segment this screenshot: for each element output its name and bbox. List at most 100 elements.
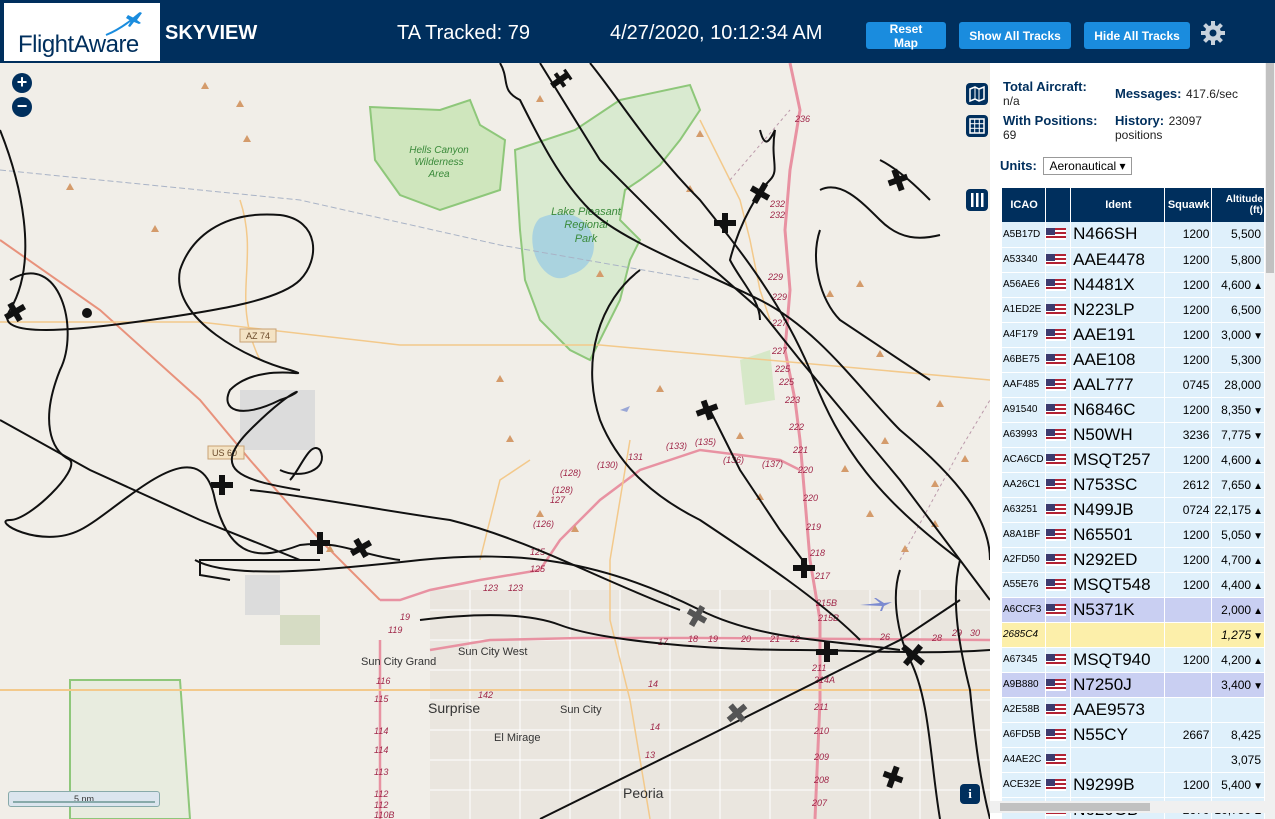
table-row[interactable]: A6FD5B N55CY 2667 8,425 xyxy=(1002,722,1265,748)
svg-text:131: 131 xyxy=(628,452,643,462)
svg-text:119: 119 xyxy=(388,625,402,635)
table-row[interactable]: ACA6CD MSQT257 1200 4,600 ▲ xyxy=(1002,447,1265,473)
altitude-value: 4,600 xyxy=(1221,277,1252,292)
table-row[interactable]: A4F179 AAE191 1200 3,000 ▼ xyxy=(1002,322,1265,348)
icao-cell: A6CCF3 xyxy=(1002,597,1047,623)
altitude-cell: 7,775 ▼ xyxy=(1211,422,1265,448)
grid-toggle-button[interactable] xyxy=(966,115,988,137)
surprise-label: Surprise xyxy=(428,700,480,716)
ident-cell xyxy=(1070,622,1165,648)
altitude-value: 1,275 xyxy=(1221,627,1252,642)
altitude-cell: 28,000 xyxy=(1211,372,1265,398)
table-row[interactable]: A55E76 MSQT548 1200 4,400 ▲ xyxy=(1002,572,1265,598)
icao-cell: A5B17D xyxy=(1002,222,1047,248)
squawk-cell: 1200 xyxy=(1164,772,1213,798)
flag-cell xyxy=(1045,522,1072,548)
col-flag[interactable] xyxy=(1045,188,1072,222)
ident-cell: AAE4478 xyxy=(1070,247,1165,273)
ident-cell: N6846C xyxy=(1070,397,1165,423)
altitude-cell: 5,400 ▼ xyxy=(1211,772,1265,798)
table-row[interactable]: A8A1BF N65501 1200 5,050 ▼ xyxy=(1002,522,1265,548)
table-row[interactable]: A67345 MSQT940 1200 4,200 ▲ xyxy=(1002,647,1265,673)
map-icon xyxy=(969,85,985,103)
map-layers-button[interactable] xyxy=(966,83,988,105)
total-aircraft-value: n/a xyxy=(1003,94,1020,108)
col-icao[interactable]: ICAO xyxy=(1002,188,1047,222)
gear-icon[interactable] xyxy=(1200,20,1226,46)
squawk-cell: 3236 xyxy=(1164,422,1213,448)
svg-text:125: 125 xyxy=(530,564,546,574)
us-flag-icon xyxy=(1046,503,1067,516)
svg-text:221: 221 xyxy=(792,445,808,455)
map-view[interactable]: 236 232 232 229 229 227 227 225 225 223 222 221 … xyxy=(0,63,990,819)
table-row[interactable]: A9B880 N7250J 3,400 ▼ xyxy=(1002,672,1265,698)
altitude-value: 4,200 xyxy=(1221,652,1252,667)
svg-text:17: 17 xyxy=(658,637,669,647)
info-button[interactable]: i xyxy=(960,784,980,804)
table-row[interactable]: A53340 AAE4478 1200 5,800 xyxy=(1002,247,1265,273)
altitude-trend-icon: ▼ xyxy=(1253,780,1263,792)
reset-map-button[interactable]: Reset Map xyxy=(866,22,946,50)
altitude-trend-icon: ▼ xyxy=(1253,530,1263,542)
table-row[interactable]: ACE32E N9299B 1200 5,400 ▼ xyxy=(1002,772,1265,798)
table-row[interactable]: A2FD50 N292ED 1200 4,700 ▲ xyxy=(1002,547,1265,573)
history-unit: positions xyxy=(1115,128,1163,142)
columns-toggle-button[interactable] xyxy=(966,189,988,211)
altitude-value: 3,000 xyxy=(1221,327,1252,342)
col-ident[interactable]: Ident xyxy=(1070,188,1165,222)
hide-all-tracks-button[interactable]: Hide All Tracks xyxy=(1084,22,1190,49)
table-row[interactable]: 2685C4 1,275 ▼ xyxy=(1002,622,1265,648)
svg-text:29: 29 xyxy=(951,628,962,638)
table-row[interactable]: AA26C1 N753SC 2612 7,650 ▲ xyxy=(1002,472,1265,498)
col-squawk[interactable]: Squawk xyxy=(1164,188,1213,222)
table-row[interactable]: A2E58B AAE9573 xyxy=(1002,697,1265,723)
airplane-logo-icon xyxy=(105,12,142,36)
table-row[interactable]: A56AE6 N4481X 1200 4,600 ▲ xyxy=(1002,272,1265,298)
sun-city-label: Sun City xyxy=(560,704,602,716)
vertical-scrollbar[interactable] xyxy=(1265,63,1275,819)
ident-cell: N466SH xyxy=(1070,222,1165,248)
flightaware-logo[interactable]: FlightAware xyxy=(4,3,160,61)
svg-text:13: 13 xyxy=(645,750,655,760)
altitude-cell: 3,075 xyxy=(1211,747,1265,773)
horizontal-scrollbar[interactable] xyxy=(990,801,1275,813)
svg-text:(130): (130) xyxy=(597,460,618,470)
table-row[interactable]: A6BE75 AAE108 1200 5,300 xyxy=(1002,347,1265,373)
altitude-value: 4,600 xyxy=(1221,452,1252,467)
app-title: SKYVIEW xyxy=(165,22,258,44)
icao-cell: A9B880 xyxy=(1002,672,1047,698)
zoom-out-button[interactable]: − xyxy=(12,97,32,117)
squawk-cell: 1200 xyxy=(1164,572,1213,598)
table-row[interactable]: A1ED2E N223LP 1200 6,500 xyxy=(1002,297,1265,323)
flag-cell xyxy=(1045,447,1072,473)
altitude-trend-icon: ▲ xyxy=(1253,555,1263,567)
svg-text:(135): (135) xyxy=(695,437,716,447)
icao-cell: ACE32E xyxy=(1002,772,1047,798)
icao-cell: A56AE6 xyxy=(1002,272,1047,298)
table-row[interactable]: A63251 N499JB 0724 22,175 ▲ xyxy=(1002,497,1265,523)
table-row[interactable]: A91540 N6846C 1200 8,350 ▼ xyxy=(1002,397,1265,423)
altitude-value: 4,700 xyxy=(1221,552,1252,567)
table-row[interactable]: AAF485 AAL777 0745 28,000 xyxy=(1002,372,1265,398)
svg-text:142: 142 xyxy=(478,690,493,700)
altitude-value: 8,350 xyxy=(1221,402,1252,417)
table-row[interactable]: A63993 N50WH 3236 7,775 ▼ xyxy=(1002,422,1265,448)
zoom-in-button[interactable]: + xyxy=(12,73,32,93)
col-altitude[interactable]: Altitude (ft) xyxy=(1211,188,1265,222)
table-row[interactable]: A6CCF3 N5371K 2,000 ▲ xyxy=(1002,597,1265,623)
svg-text:219: 219 xyxy=(805,522,821,532)
us-flag-icon xyxy=(1046,478,1067,491)
squawk-cell: 1200 xyxy=(1164,347,1213,373)
ident-cell: N50WH xyxy=(1070,422,1165,448)
svg-text:220: 220 xyxy=(802,493,818,503)
svg-text:115: 115 xyxy=(374,694,389,704)
icao-cell: A91540 xyxy=(1002,397,1047,423)
units-select[interactable]: Aeronautical ▾ xyxy=(1043,157,1132,175)
show-all-tracks-button[interactable]: Show All Tracks xyxy=(959,22,1071,49)
table-row[interactable]: A5B17D N466SH 1200 5,500 xyxy=(1002,222,1265,248)
us-flag-icon xyxy=(1046,703,1067,716)
svg-text:211: 211 xyxy=(813,702,828,712)
us-flag-icon xyxy=(1046,553,1067,566)
table-row[interactable]: A4AE2C 3,075 xyxy=(1002,747,1265,773)
altitude-value: 6,500 xyxy=(1230,302,1261,317)
